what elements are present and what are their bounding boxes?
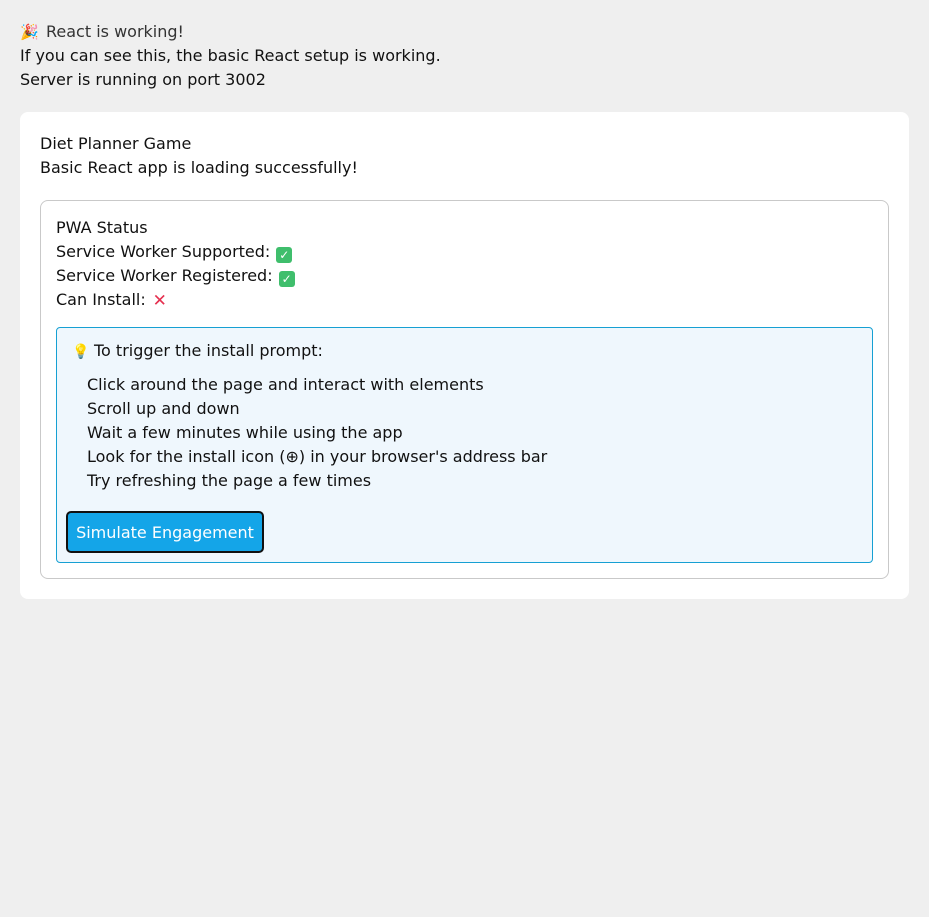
setup-message: If you can see this, the basic React set… xyxy=(20,46,441,65)
check-icon: ✓ xyxy=(278,271,295,287)
pwa-status-panel: PWA Status Service Worker Supported: ✓ Se… xyxy=(40,200,889,579)
install-tip-box: 💡 To trigger the install prompt: Click ar… xyxy=(56,327,873,563)
list-item: Try refreshing the page a few times xyxy=(87,471,372,490)
sw-registered-label: Service Worker Registered: xyxy=(56,266,273,285)
pwa-status-heading: PWA Status xyxy=(56,218,148,237)
react-working-text: React is working! xyxy=(46,22,184,41)
install-tip-list: Click around the page and interact with … xyxy=(87,373,547,493)
can-install-row: Can Install: ✕ xyxy=(56,288,295,312)
simulate-engagement-button[interactable]: Simulate Engagement xyxy=(66,511,264,553)
cross-icon: ✕ xyxy=(152,291,167,311)
list-item: Wait a few minutes while using the app xyxy=(87,423,403,442)
sw-supported-label: Service Worker Supported: xyxy=(56,242,271,261)
list-item: Scroll up and down xyxy=(87,399,240,418)
list-item: Click around the page and interact with … xyxy=(87,375,484,394)
status-banner: 🎉 React is working! If you can see this, … xyxy=(20,20,900,92)
app-title: Diet Planner Game xyxy=(40,134,192,153)
lightbulb-icon: 💡 xyxy=(72,344,90,360)
install-tip-title: 💡 To trigger the install prompt: xyxy=(72,339,323,364)
install-tip-title-text: To trigger the install prompt: xyxy=(94,341,323,360)
app-card: Diet Planner Game Basic React app is loa… xyxy=(20,112,909,599)
react-working-line: 🎉 React is working! xyxy=(20,20,900,44)
check-icon: ✓ xyxy=(276,247,293,263)
sw-supported-row: Service Worker Supported: ✓ xyxy=(56,240,295,264)
list-item: Look for the install icon (⊕) in your br… xyxy=(87,447,548,466)
can-install-label: Can Install: xyxy=(56,290,146,309)
app-subtitle: Basic React app is loading successfully! xyxy=(40,158,358,177)
sw-registered-row: Service Worker Registered: ✓ xyxy=(56,264,295,288)
server-port-message: Server is running on port 3002 xyxy=(20,70,266,89)
party-popper-icon: 🎉 xyxy=(20,23,39,41)
